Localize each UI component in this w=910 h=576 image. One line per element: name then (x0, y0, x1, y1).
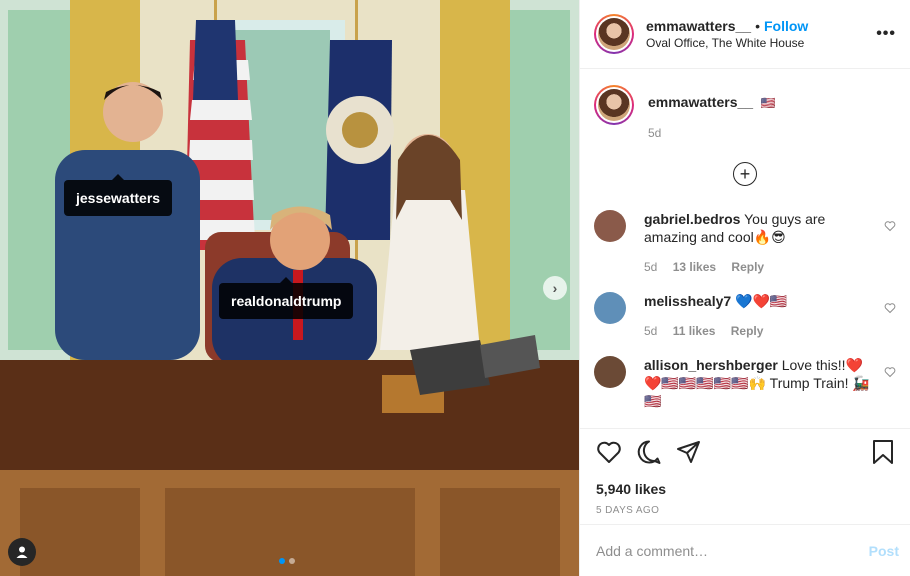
instagram-post: jessewatters realdonaldtrump › emmawatte… (0, 0, 910, 576)
caption-text: 🇺🇸 (760, 96, 776, 110)
heart-icon (884, 303, 896, 314)
post-timestamp: 5 DAYS AGO (596, 505, 660, 516)
more-horizontal-icon: ••• (876, 25, 896, 42)
user-tag-jessewatters[interactable]: jessewatters (64, 174, 173, 216)
carousel-next-button[interactable]: › (543, 276, 567, 300)
bookmark-icon (873, 439, 893, 464)
post-location[interactable]: Oval Office, The White House (646, 35, 876, 51)
commenter-avatar[interactable] (594, 292, 626, 324)
comment-item: melisshealy7 💙❤️🇺🇸 5d 11 likes Reply (594, 292, 896, 340)
post-side-panel: emmawatters__ • Follow Oval Office, The Wh… (579, 0, 910, 576)
comment-input[interactable] (596, 542, 869, 559)
share-button[interactable] (676, 439, 702, 470)
reply-button[interactable]: Reply (731, 324, 764, 338)
like-button[interactable] (596, 440, 622, 469)
comment-username[interactable]: allison_hershberger (644, 357, 778, 373)
author-username[interactable]: emmawatters__ (646, 18, 751, 34)
share-icon (677, 440, 700, 463)
comment-text: 💙❤️🇺🇸 (735, 293, 788, 309)
reply-button[interactable]: Reply (731, 260, 764, 274)
comment-likes[interactable]: 11 likes (673, 324, 716, 338)
caption-time: 5d (648, 126, 662, 140)
comment-username[interactable]: gabriel.bedros (644, 211, 740, 227)
comment-like-button[interactable] (884, 366, 896, 381)
more-options-button[interactable]: ••• (876, 25, 896, 43)
comments-list[interactable]: emmawatters__ 🇺🇸 5d + gabriel.bedros You… (580, 69, 910, 428)
caption-avatar[interactable] (594, 85, 634, 125)
carousel-dot-active (279, 558, 285, 564)
post-caption: emmawatters__ 🇺🇸 5d (594, 85, 896, 140)
user-tag-realdonaldtrump[interactable]: realdonaldtrump (219, 277, 354, 319)
comment-icon (637, 440, 661, 464)
header-separator: • (755, 17, 760, 34)
post-actions: 5,940 likes 5 DAYS AGO (580, 428, 910, 516)
commenter-avatar[interactable] (594, 356, 626, 388)
comment-item: gabriel.bedros You guys are amazing and … (594, 210, 896, 276)
save-button[interactable] (871, 439, 895, 470)
user-icon (16, 546, 28, 558)
post-comment-button[interactable]: Post (869, 543, 899, 559)
heart-icon (597, 441, 621, 463)
chevron-right-icon: › (552, 280, 558, 296)
post-header: emmawatters__ • Follow Oval Office, The Wh… (580, 0, 910, 69)
comment-time: 5d (644, 324, 658, 338)
add-comment-bar: Post (580, 524, 910, 576)
commenter-avatar[interactable] (594, 210, 626, 242)
load-more-comments-button[interactable]: + (594, 162, 896, 186)
comment-time: 5d (644, 260, 658, 274)
caption-username[interactable]: emmawatters__ (648, 94, 753, 110)
plus-circle-icon: + (733, 162, 757, 186)
comment-username[interactable]: melisshealy7 (644, 293, 731, 309)
likes-count[interactable]: 5,940 likes (596, 481, 895, 497)
comment-likes[interactable]: 13 likes (673, 260, 716, 274)
carousel-indicator (279, 558, 295, 564)
comment-like-button[interactable] (884, 220, 896, 235)
follow-button[interactable]: Follow (764, 18, 808, 34)
carousel-dot (289, 558, 295, 564)
user-tags-toggle[interactable] (8, 538, 36, 566)
author-avatar[interactable] (594, 14, 634, 54)
heart-icon (884, 367, 896, 378)
comment-item: allison_hershberger Love this!!❤️ ❤️🇺🇸🇺🇸… (594, 356, 896, 410)
heart-icon (884, 221, 896, 232)
comment-like-button[interactable] (884, 302, 896, 317)
comment-button[interactable] (636, 439, 662, 470)
post-photo[interactable]: jessewatters realdonaldtrump › (0, 0, 579, 576)
